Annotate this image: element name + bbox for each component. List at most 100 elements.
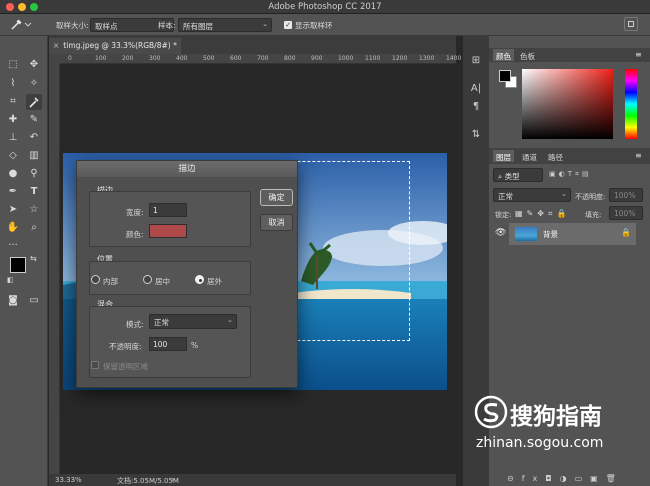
gradient-tool[interactable]: ▥ (26, 148, 42, 164)
eyedropper-icon (11, 19, 32, 30)
opacity-input[interactable]: 100 (149, 337, 187, 351)
document-tab[interactable]: × timg.jpeg @ 33.3%(RGB/8#) * (49, 38, 181, 54)
pen-tool[interactable]: ✒ (5, 184, 21, 200)
opacity-label: 不透明度: (109, 342, 142, 351)
eyedropper-tool-preset[interactable] (10, 18, 36, 32)
tab-channels[interactable]: 通道 (519, 150, 540, 162)
layer-kind-filter[interactable]: ⌕ 类型 (493, 168, 543, 182)
center-label: 居中 (155, 277, 170, 286)
swap-colors-icon[interactable]: ⇆ (30, 254, 37, 263)
ruler-tick-label: 900 (311, 55, 323, 62)
layer-fill-field[interactable]: 100% (609, 206, 643, 220)
more-tools[interactable]: ··· (5, 238, 21, 254)
ruler-tick-label: 300 (149, 55, 161, 62)
foreground-color-swatch[interactable] (10, 257, 26, 273)
properties-panel-icon[interactable]: ⇅ (469, 128, 483, 142)
layer-thumbnail (515, 227, 537, 241)
color-panel-header: 颜色 色板 ≡ (489, 48, 650, 62)
tab-color[interactable]: 颜色 (493, 49, 514, 61)
hand-tool[interactable]: ✋ (5, 220, 21, 236)
layer-opacity-field[interactable]: 100% (609, 188, 643, 202)
eraser-tool[interactable]: ◇ (5, 148, 21, 164)
blend-mode-select[interactable]: 正常 ⌄ (149, 314, 237, 329)
workspace-button[interactable] (624, 17, 638, 31)
brush-tool[interactable]: ✎ (26, 112, 42, 128)
mode-label: 模式: (126, 320, 144, 329)
shape-tool[interactable]: ☆ (26, 202, 42, 218)
lasso-tool[interactable]: ⌇ (5, 76, 21, 92)
show-ring-checkbox[interactable]: ✓ (284, 21, 292, 29)
layer-blend-mode[interactable]: 正常 ⌄ (493, 188, 571, 202)
layer-row[interactable]: 👁 背景 🔒 (495, 223, 636, 245)
radio-center[interactable] (143, 275, 152, 284)
ruler-tick-label: 1100 (365, 55, 381, 62)
zoom-level[interactable]: 33.33% (55, 476, 82, 484)
width-input[interactable]: 1 (149, 203, 187, 217)
ruler-tick-label: 0 (68, 55, 72, 62)
watermark-brand: 搜狗指南 (510, 404, 602, 430)
show-ring-label: 显示取样环 (295, 21, 333, 30)
panel-menu-icon[interactable]: ≡ (635, 151, 642, 160)
radio-inside[interactable] (91, 275, 100, 284)
watermark-url: zhinan.sogou.com (476, 435, 604, 451)
cancel-button[interactable]: 取消 (260, 214, 293, 231)
ruler-tick-label: 1400 (446, 55, 462, 62)
move-tool[interactable]: ✥ (26, 57, 42, 73)
marquee-tool[interactable]: ⬚ (5, 57, 21, 73)
layer-filter-icons[interactable]: ▣◐T⌗▤ (549, 170, 592, 179)
path-selection-tool[interactable]: ➤ (5, 202, 21, 218)
lock-icons[interactable]: ▦✎✥⌗🔒 (515, 209, 570, 219)
character-panel-icon[interactable]: A| (469, 82, 483, 96)
magic-wand-tool[interactable]: ✧ (26, 76, 42, 92)
eyedropper-tool[interactable] (26, 94, 42, 110)
quick-mask-icon[interactable]: ◙ (5, 293, 21, 309)
app-title: Adobe Photoshop CC 2017 (268, 2, 382, 12)
tools-panel: ⬚ ✥ ⌇ ✧ ⌗ ✚ ✎ ⊥ ↶ ◇ ▥ ● ⚲ ✒ T ➤ ☆ ✋ ⌕ ··… (0, 36, 48, 486)
panel-menu-icon[interactable]: ≡ (635, 50, 642, 59)
sample-select[interactable]: 所有图层 ⌄ (178, 18, 272, 32)
color-label: 颜色: (126, 230, 144, 239)
status-menu-icon[interactable]: › (171, 475, 174, 484)
eyedropper-icon (29, 97, 39, 108)
blur-tool[interactable]: ● (5, 166, 21, 182)
dodge-tool[interactable]: ⚲ (26, 166, 42, 182)
ruler-tick-label: 400 (176, 55, 188, 62)
color-field[interactable] (522, 69, 613, 139)
ok-button[interactable]: 确定 (260, 189, 293, 206)
history-panel-icon[interactable]: ⊞ (469, 54, 483, 68)
history-brush-tool[interactable]: ↶ (26, 130, 42, 146)
tab-swatches[interactable]: 色板 (517, 49, 538, 61)
lock-icon: 🔒 (621, 228, 631, 237)
search-icon: ⌕ (498, 172, 505, 181)
zoom-tool[interactable]: ⌕ (26, 220, 42, 236)
layer-blend-value: 正常 (498, 192, 513, 201)
document-info[interactable]: 文档:5.05M/5.05M (117, 476, 179, 486)
sample-value: 所有图层 (183, 22, 213, 31)
fill-label: 填充: (585, 211, 602, 219)
preserve-transparency-checkbox[interactable] (91, 361, 99, 369)
clone-stamp-tool[interactable]: ⊥ (5, 130, 21, 146)
eye-icon[interactable]: 👁 (495, 228, 506, 238)
panel-foreground-swatch[interactable] (499, 70, 511, 82)
default-colors-icon[interactable]: ◧ (7, 276, 14, 284)
chevron-down-icon: ⌄ (227, 316, 233, 324)
ruler-tick-label: 700 (257, 55, 269, 62)
paragraph-panel-icon[interactable]: ¶ (469, 100, 483, 114)
layers-footer-icons[interactable]: ⊝fx◘◑▭▣🗑 (507, 474, 624, 483)
hue-slider[interactable] (625, 69, 637, 139)
radio-outside[interactable] (195, 275, 204, 284)
close-tab-icon[interactable]: × (53, 41, 59, 50)
type-tool[interactable]: T (26, 184, 42, 200)
ruler-tick-label: 500 (203, 55, 215, 62)
stroke-color-swatch[interactable] (149, 224, 187, 238)
status-bar: 33.33% 文档:5.05M/5.05M › (49, 474, 456, 486)
ruler-tick-label: 200 (122, 55, 134, 62)
tab-layers[interactable]: 图层 (493, 150, 514, 162)
screen-mode-icon[interactable]: ▭ (26, 293, 42, 309)
sogou-logo-icon (474, 395, 508, 429)
crop-tool[interactable]: ⌗ (5, 94, 21, 110)
healing-brush-tool[interactable]: ✚ (5, 112, 21, 128)
tab-paths[interactable]: 路径 (545, 150, 566, 162)
chevron-down-icon: ⌄ (561, 190, 567, 198)
sogou-watermark: 搜狗指南 zhinan.sogou.com (472, 395, 647, 455)
